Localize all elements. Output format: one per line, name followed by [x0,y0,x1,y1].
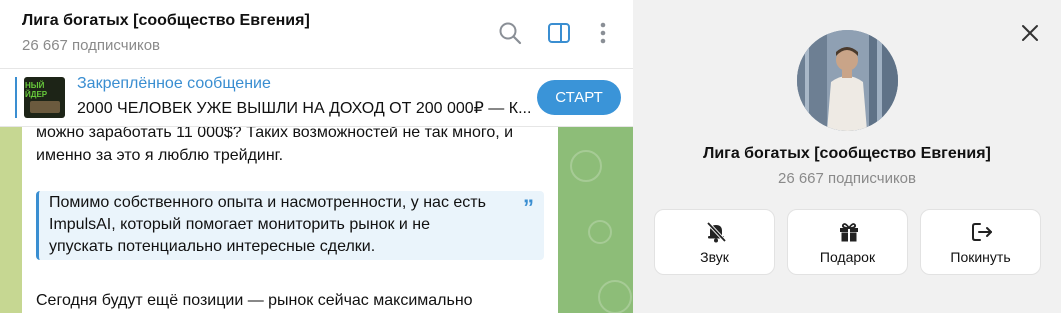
gift-button[interactable]: Подарок [787,209,908,275]
avatar-photo [797,30,898,131]
more-vertical-icon[interactable] [590,20,616,46]
background-doodle [588,220,612,244]
pinned-message[interactable]: НЫЙ ЙДЕР Закреплённое сообщение 2000 ЧЕЛ… [0,68,633,127]
mute-label: Звук [700,249,729,265]
panel-subscribers: 26 667 подписчиков [777,170,916,187]
gift-label: Подарок [819,249,876,265]
pinned-text: 2000 ЧЕЛОВЕК УЖЕ ВЫШЛИ НА ДОХОД ОТ 200 0… [77,100,532,117]
channel-title[interactable]: Лига богатых [сообщество Евгения] [22,12,310,30]
leave-label: Покинуть [950,249,1011,265]
bell-off-icon [706,221,727,243]
background-doodle [598,280,632,313]
pinned-thumbnail: НЫЙ ЙДЕР [24,77,65,118]
quote-text-line: ImpulsAI, который помогает мониторить ры… [49,216,431,233]
background-doodle [570,150,602,182]
sidebar-toggle-icon[interactable] [546,20,572,46]
quote-text-line: Помимо собственного опыта и насмотреннос… [49,194,486,211]
pinned-title: Закреплённое сообщение [77,75,271,92]
pinned-indicator [15,77,17,118]
panel-channel-title: Лига богатых [сообщество Евгения] [703,145,991,162]
chat-area: можно заработать 11 000$? Таких возможно… [0,0,633,313]
message-quote: Помимо собственного опыта и насмотреннос… [36,191,544,260]
close-icon[interactable] [1019,22,1041,44]
mute-button[interactable]: Звук [654,209,775,275]
quote-icon: ” [523,195,534,220]
leave-button[interactable]: Покинуть [920,209,1041,275]
quote-text-line: упускать потенциально интересные сделки. [49,238,376,255]
leave-icon [972,223,992,241]
search-icon[interactable] [497,20,523,46]
channel-info-panel: Лига богатых [сообщество Евгения] 26 667… [633,0,1061,313]
start-button[interactable]: СТАРТ [537,80,621,115]
avatar[interactable] [797,30,898,131]
gift-icon [840,223,858,242]
message-text-line: именно за это я люблю трейдинг. [36,147,284,164]
pinned-thumbnail-text: НЫЙ ЙДЕР [25,81,48,99]
thumbnail-book-graphic [30,101,60,113]
message-text-line: Сегодня будут ещё позиции — рынок сейчас… [36,292,473,309]
channel-subscribers: 26 667 подписчиков [22,37,161,54]
chat-header[interactable]: Лига богатых [сообщество Евгения] 26 667… [0,0,633,68]
